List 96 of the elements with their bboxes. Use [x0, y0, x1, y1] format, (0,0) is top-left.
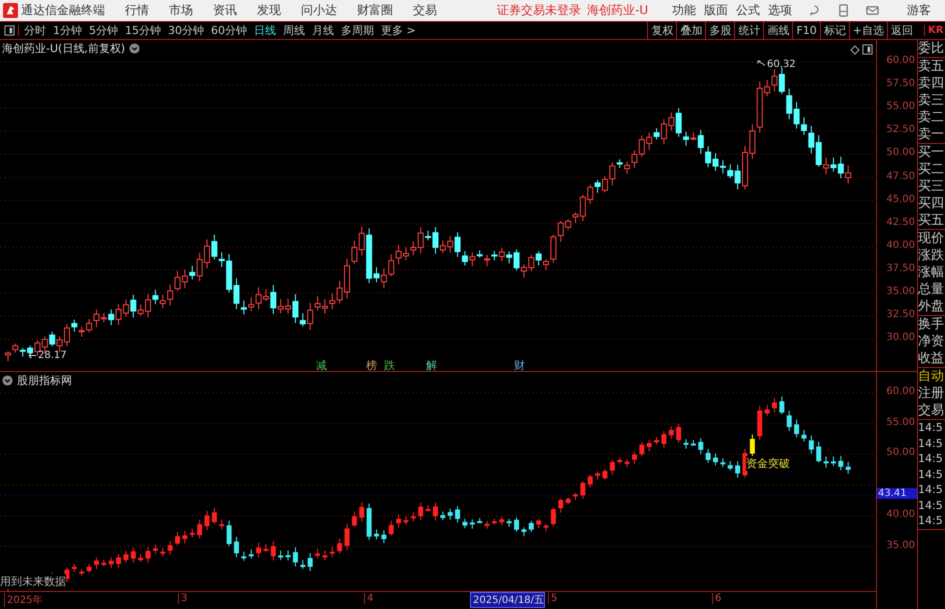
menu-item[interactable]: 问小达 — [301, 2, 337, 19]
trade-time: 14:5 — [918, 466, 944, 482]
period-tab[interactable]: 分时 — [24, 23, 46, 38]
quote-label: 外盘 — [918, 298, 945, 315]
quote-label: 卖三 — [918, 92, 945, 109]
toolbar-button[interactable]: +自选 — [848, 22, 887, 39]
price-tick: 37.50 — [886, 262, 915, 274]
trade-time: 14:5 — [918, 436, 944, 451]
menu-item[interactable]: 选项 — [768, 2, 792, 19]
quote-label: 委比 — [918, 40, 945, 57]
date-label: 2025年 — [4, 593, 42, 607]
price-tick: 47.50 — [886, 170, 915, 182]
trade-time: 14:5 — [918, 420, 944, 436]
period-tab[interactable]: 1分钟 — [53, 23, 82, 38]
menu-item[interactable]: 功能 — [672, 2, 696, 19]
quote-label: 卖一 — [918, 126, 945, 143]
quote-label: 现价 — [918, 230, 945, 247]
stock-name: 海创药业-U — [587, 2, 648, 19]
period-tab[interactable]: 30分钟 — [168, 23, 204, 38]
trade-label[interactable]: 自动 — [918, 368, 945, 385]
menu-item[interactable]: 财富圈 — [357, 2, 393, 19]
period-tab[interactable]: 月线 — [312, 23, 334, 38]
date-label: 6 — [712, 593, 722, 604]
event-marker[interactable]: 解 — [426, 358, 437, 373]
price-tick: 35.00 — [886, 286, 915, 297]
toolbar-button[interactable]: 统计 — [734, 22, 764, 39]
menu-item[interactable]: 资讯 — [213, 2, 237, 19]
event-marker[interactable]: 跌 — [384, 358, 395, 373]
trade-time: 14:5 — [918, 451, 944, 466]
menu-item[interactable]: 行情 — [125, 2, 149, 19]
price-tick: 57.50 — [886, 78, 915, 90]
quote-label: 收益 — [918, 350, 945, 367]
period-tab[interactable]: 多周期 — [341, 23, 374, 38]
period-tab[interactable]: 日线 — [254, 23, 276, 38]
menu-item[interactable]: 市场 — [169, 2, 193, 19]
trade-time: 14:5 — [918, 513, 944, 528]
app-title: 通达信金融终端 — [21, 2, 105, 19]
menu-item[interactable]: 版面 — [704, 2, 728, 19]
high-price-label: 60.32 — [767, 59, 796, 70]
trade-label[interactable]: 注册 — [918, 385, 945, 402]
period-tab[interactable]: 5分钟 — [89, 23, 118, 38]
date-label: 5 — [548, 593, 558, 604]
quote-label: 涨跌 — [918, 247, 945, 264]
toolbar-button[interactable]: 复权 — [647, 22, 676, 39]
price-tick: 42.50 — [886, 216, 915, 228]
quote-label: 卖四 — [918, 75, 945, 92]
menu-item[interactable]: 交易 — [413, 2, 437, 19]
signal-label: 资金突破 — [746, 456, 790, 471]
price-tick: 40.00 — [886, 240, 915, 251]
menu-item[interactable]: 公式 — [736, 2, 760, 19]
price-tick: 50.00 — [886, 447, 915, 458]
toolbar-tab[interactable]: KR — [924, 25, 945, 36]
current-value-label: 43.41 — [877, 488, 917, 499]
chart-title: 海创药业-U(日线,前复权) — [2, 41, 126, 56]
event-marker[interactable]: 财 — [514, 358, 525, 373]
user-name[interactable]: 游客 — [907, 2, 932, 19]
quote-label: 买一 — [918, 144, 945, 161]
period-tab[interactable]: 周线 — [283, 23, 305, 38]
trade-time: 14:5 — [918, 482, 944, 498]
quote-label: 卖五 — [918, 58, 945, 75]
price-tick: 60.00 — [886, 386, 915, 397]
price-tick: 32.50 — [886, 309, 915, 320]
date-label: 4 — [364, 593, 374, 604]
trade-time: 14:5 — [918, 498, 944, 513]
date-label: 2025/04/18/五 — [470, 592, 546, 608]
date-label: 3 — [178, 593, 188, 604]
quote-label: 总量 — [918, 281, 945, 298]
price-tick: 52.50 — [886, 124, 915, 136]
price-tick: 60.00 — [886, 55, 915, 66]
quote-label: 卖二 — [918, 109, 945, 126]
period-tab[interactable]: 15分钟 — [125, 23, 161, 38]
indicator-title: 股朋指标网 — [17, 373, 72, 388]
quote-label: 换手 — [918, 316, 945, 333]
menu-item[interactable]: 发现 — [257, 2, 281, 19]
price-tick: 35.00 — [886, 540, 915, 550]
price-tick: 55.00 — [886, 416, 915, 428]
quote-label: 净资 — [918, 333, 945, 350]
event-marker[interactable]: 减 — [316, 358, 327, 373]
quote-label: 买五 — [918, 212, 945, 229]
event-marker[interactable]: 榜 — [366, 358, 377, 373]
quote-label: 买三 — [918, 178, 945, 195]
price-tick: 50.00 — [886, 147, 915, 158]
quote-label: 买二 — [918, 161, 945, 178]
period-tab[interactable]: 60分钟 — [211, 23, 247, 38]
price-tick: 40.00 — [886, 508, 915, 520]
price-tick: 30.00 — [886, 332, 915, 344]
quote-label: 涨幅 — [918, 264, 945, 281]
period-tab[interactable]: 更多 > — [381, 23, 416, 38]
toolbar-button[interactable]: 多股 — [705, 22, 734, 39]
price-tick: 55.00 — [886, 101, 915, 112]
future-data-note: 用到未来数据 — [0, 574, 66, 589]
price-tick: 45.00 — [886, 194, 915, 205]
quote-label: 买四 — [918, 195, 945, 212]
low-price-label: 28.17 — [38, 350, 67, 361]
login-status[interactable]: 证券交易未登录 — [497, 2, 581, 19]
trade-label[interactable]: 交易 — [918, 402, 945, 419]
